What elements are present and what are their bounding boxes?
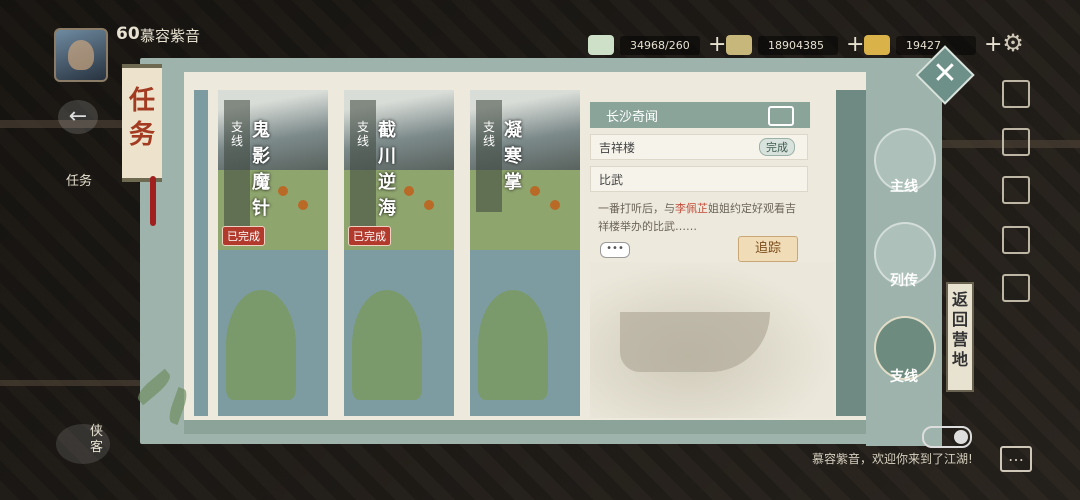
player-level: 60 (116, 24, 140, 44)
resource-gold: 19427 + (864, 34, 1002, 56)
player-avatar[interactable] (54, 28, 108, 82)
quest-step-name: 比武 (599, 173, 624, 187)
welcome-message: 慕容紫音，欢迎你来到了江湖! (812, 452, 973, 466)
resource-jade: 34968/260 + (588, 34, 726, 56)
quest-detail: 长沙奇闻 吉祥楼 完成 比武 一番打听后，与李佩芷姐姐约定好观看吉祥楼举办的比武… (590, 102, 810, 262)
add-jade-button[interactable]: + (708, 34, 726, 56)
quest-card[interactable]: 支线 鬼影魔针 已完成 (218, 90, 328, 416)
more-dialog-button[interactable]: ••• (600, 242, 630, 258)
next-page-peek[interactable] (836, 90, 868, 416)
knight-label: 侠客 (90, 424, 104, 455)
treasure-chest-icon[interactable] (768, 106, 794, 126)
quest-step-name: 吉祥楼 (599, 141, 636, 155)
tab-main-quest-label: 主线 (890, 179, 918, 195)
quest-card-partial[interactable] (194, 90, 208, 416)
quest-tag: 支线 (356, 120, 369, 148)
settings-gear-icon[interactable]: ⚙ (1000, 30, 1026, 56)
step-complete-badge: 完成 (759, 138, 795, 156)
tab-side-quest-label: 支线 (890, 369, 918, 385)
chat-toggle[interactable] (922, 426, 972, 448)
add-silver-button[interactable]: + (846, 34, 864, 56)
quest-step-row-current: 比武 (590, 166, 808, 192)
quest-step-row: 吉祥楼 完成 (590, 134, 808, 160)
track-button[interactable]: 追踪 (738, 236, 798, 262)
quest-completed-badge: 已完成 (222, 226, 265, 246)
side-task-label[interactable]: 任务 (62, 170, 96, 189)
quest-card[interactable]: 支线 凝寒掌 (470, 90, 580, 416)
npc-name-highlight: 李佩芷 (675, 202, 708, 215)
resource-silver-value: 18904385 (758, 35, 838, 55)
tassel-decoration (150, 176, 156, 226)
quest-description: 一番打听后，与李佩芷姐姐约定好观看吉祥楼举办的比武…… (598, 200, 804, 236)
quest-tag: 支线 (482, 120, 495, 148)
jade-coin-icon (588, 35, 614, 55)
silver-ingot-icon (726, 35, 752, 55)
return-camp-button[interactable]: 返回营地 (946, 282, 974, 392)
back-arrow-button[interactable]: ← (58, 100, 98, 134)
quest-name: 截川逆海 (378, 120, 396, 219)
quest-completed-badge: 已完成 (348, 226, 391, 246)
gold-ingot-icon (864, 35, 890, 55)
panel-title-scroll: 任务 (122, 64, 162, 182)
region-name: 长沙奇闻 (606, 110, 659, 125)
tab-biography-label: 列传 (890, 273, 918, 289)
chat-bubble-icon[interactable]: … (1000, 446, 1032, 472)
scroll-icon[interactable] (1002, 128, 1030, 156)
desc-text: 一番打听后，与 (598, 202, 675, 215)
quest-card[interactable]: 支线 截川逆海 已完成 (344, 90, 454, 416)
region-header: 长沙奇闻 (590, 102, 810, 128)
book-icon[interactable] (1002, 274, 1030, 302)
resource-jade-value: 34968/260 (620, 35, 700, 55)
bag-icon[interactable] (1002, 176, 1030, 204)
quest-tag: 支线 (230, 120, 243, 148)
resource-gold-value: 19427 (896, 35, 976, 55)
resource-silver: 18904385 + (726, 34, 864, 56)
player-name: 慕容紫音 (140, 27, 201, 45)
knight-button[interactable]: 侠客 (56, 424, 110, 464)
quest-name: 凝寒掌 (504, 120, 522, 193)
close-icon: ✕ (932, 56, 958, 91)
checklist-icon[interactable] (1002, 226, 1030, 254)
quest-name: 鬼影魔针 (252, 120, 270, 219)
junk-ship-illustration (590, 262, 834, 418)
map-icon[interactable] (1002, 80, 1030, 108)
panel-title: 任务 (128, 86, 155, 150)
quest-panel-bottom-edge (184, 420, 866, 434)
